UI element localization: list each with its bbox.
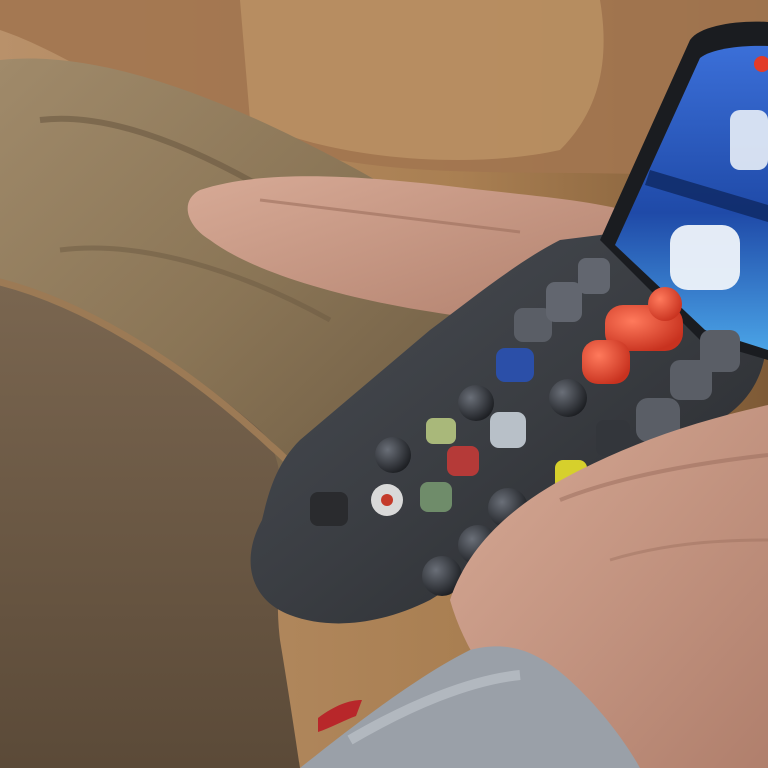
remote-button (426, 418, 456, 444)
remote-button (582, 340, 630, 384)
screen-graphic (730, 110, 768, 170)
remote-button (700, 330, 740, 372)
photo-scene (0, 0, 768, 768)
remote-button (648, 287, 682, 321)
couch-shadow (240, 0, 604, 160)
remote-button (458, 385, 494, 421)
remote-button (490, 412, 526, 448)
remote-button (310, 492, 348, 526)
remote-button (375, 437, 411, 473)
remote-button (546, 282, 582, 322)
remote-button (578, 258, 610, 294)
remote-button (447, 446, 479, 476)
remote-button (549, 379, 587, 417)
remote-button (381, 494, 393, 506)
photo (0, 0, 768, 768)
remote-button (496, 348, 534, 382)
remote-button (420, 482, 452, 512)
screen-graphic (670, 225, 740, 290)
